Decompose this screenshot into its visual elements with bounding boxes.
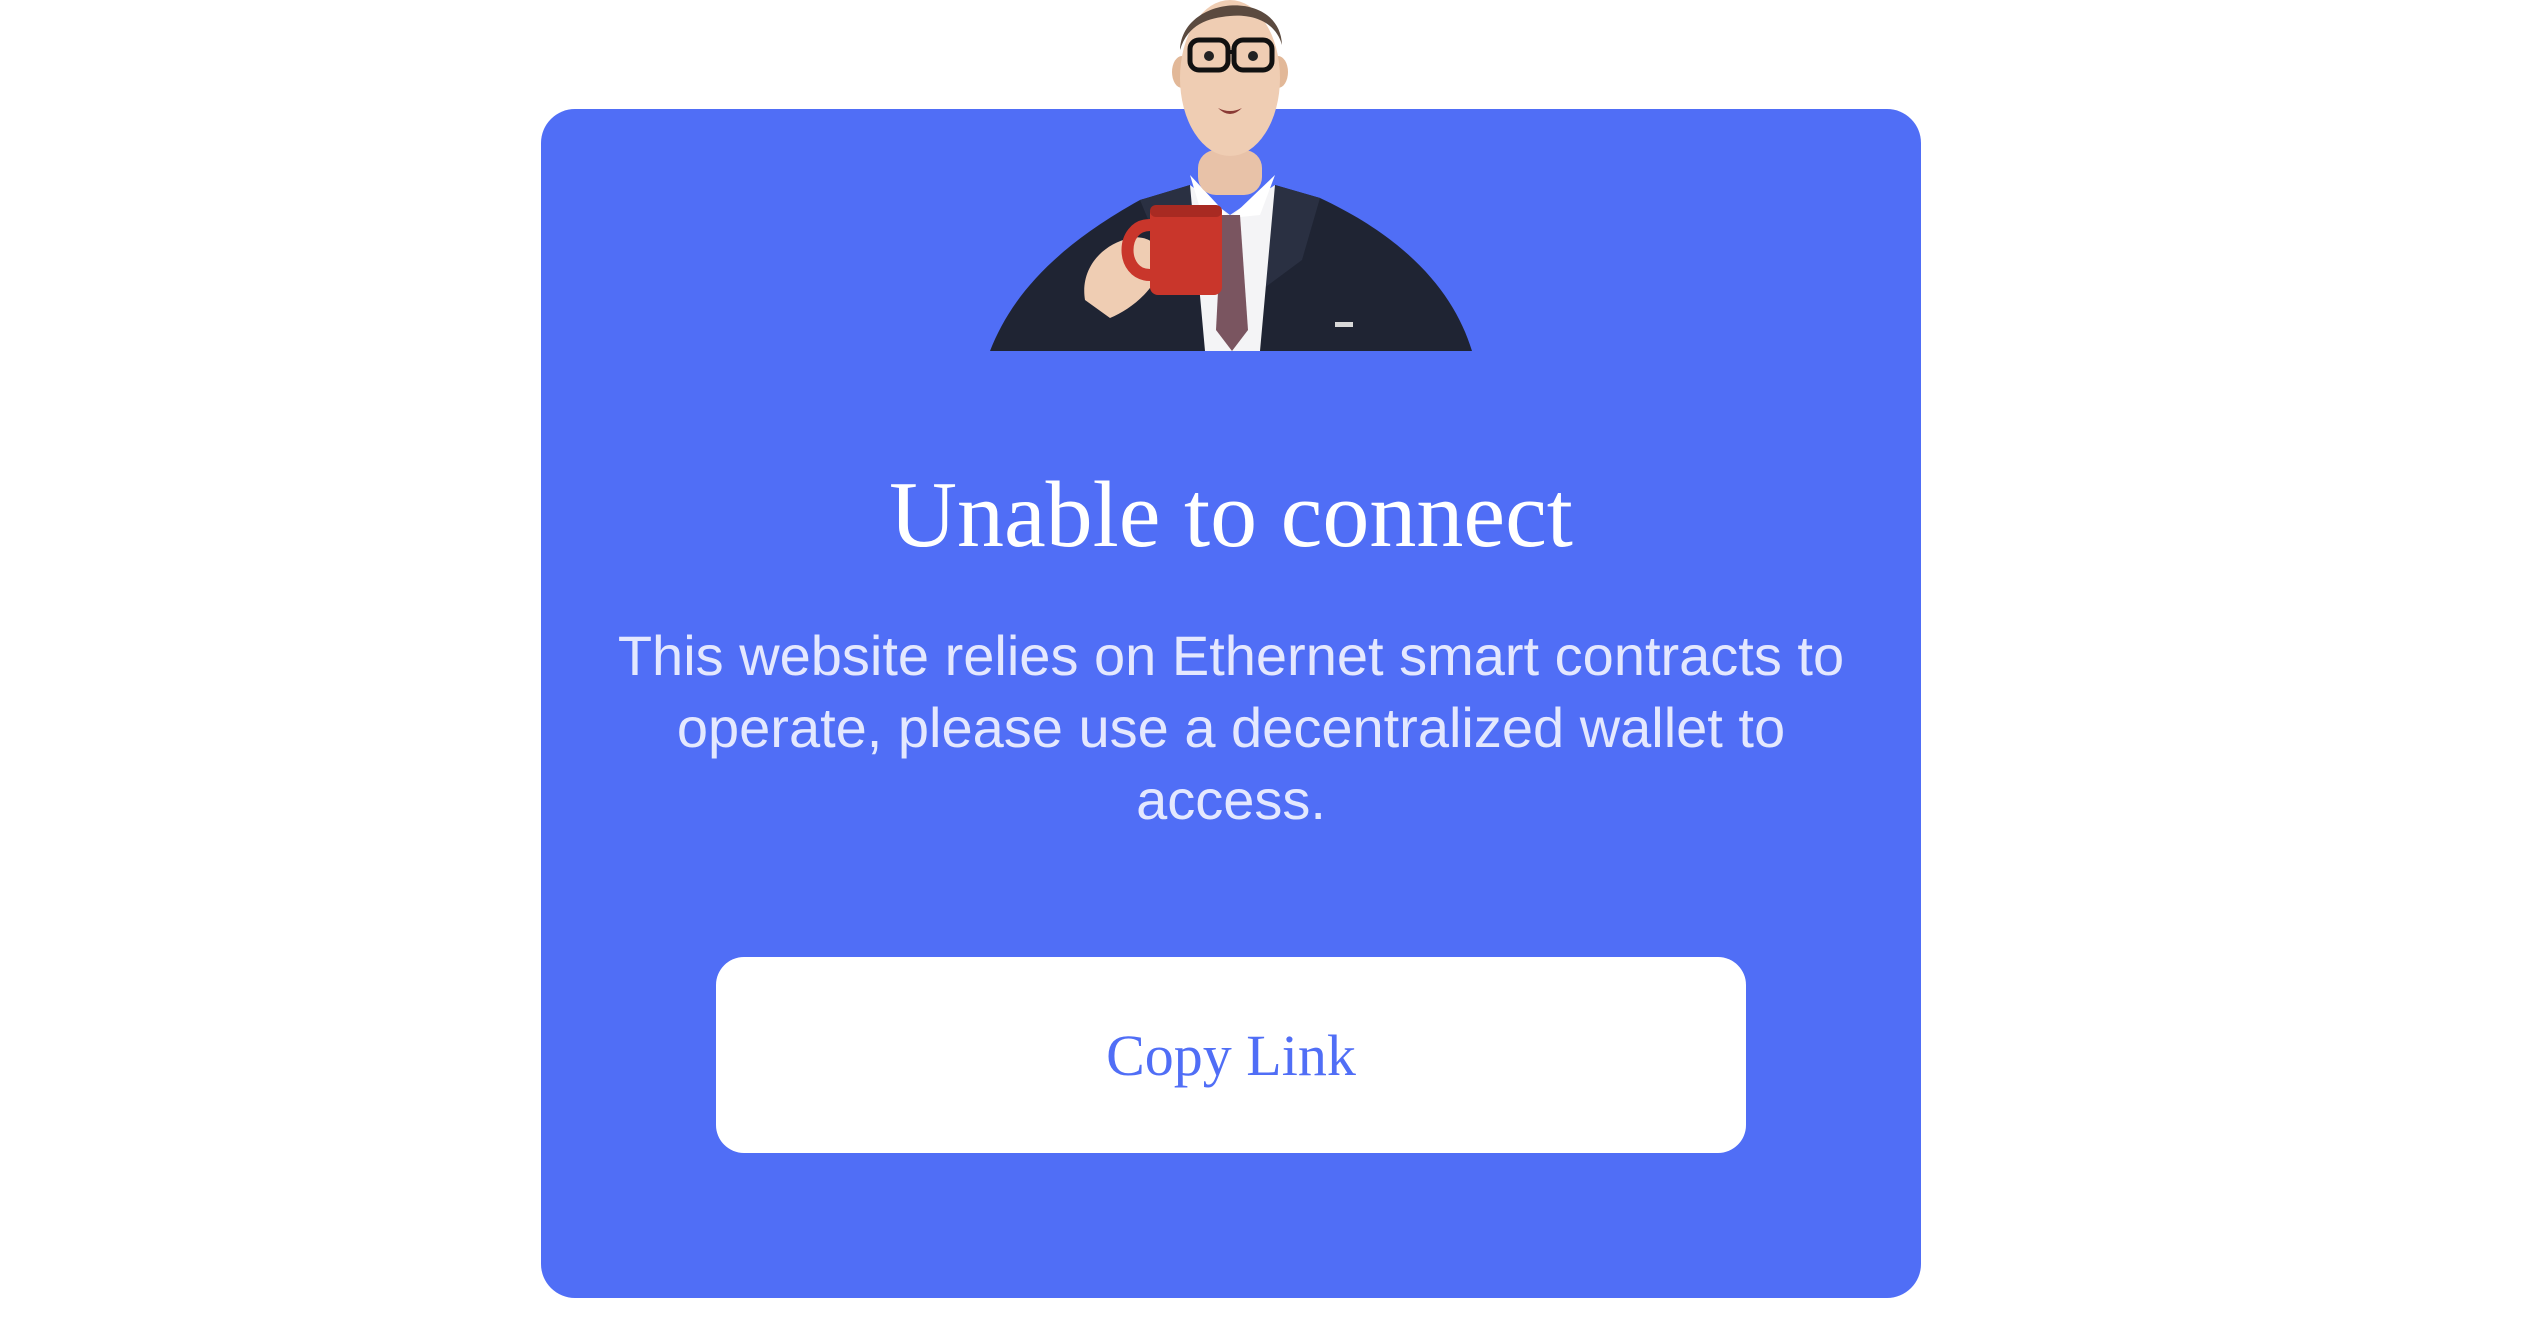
page-background: Unable to connect This website relies on… — [0, 0, 2532, 1334]
error-description: This website relies on Ethernet smart co… — [617, 624, 1845, 831]
copy-link-button[interactable]: Copy Link — [716, 957, 1746, 1153]
businessman-with-coffee-mug-icon — [990, 0, 1472, 351]
error-title: Unable to connect — [889, 463, 1573, 567]
